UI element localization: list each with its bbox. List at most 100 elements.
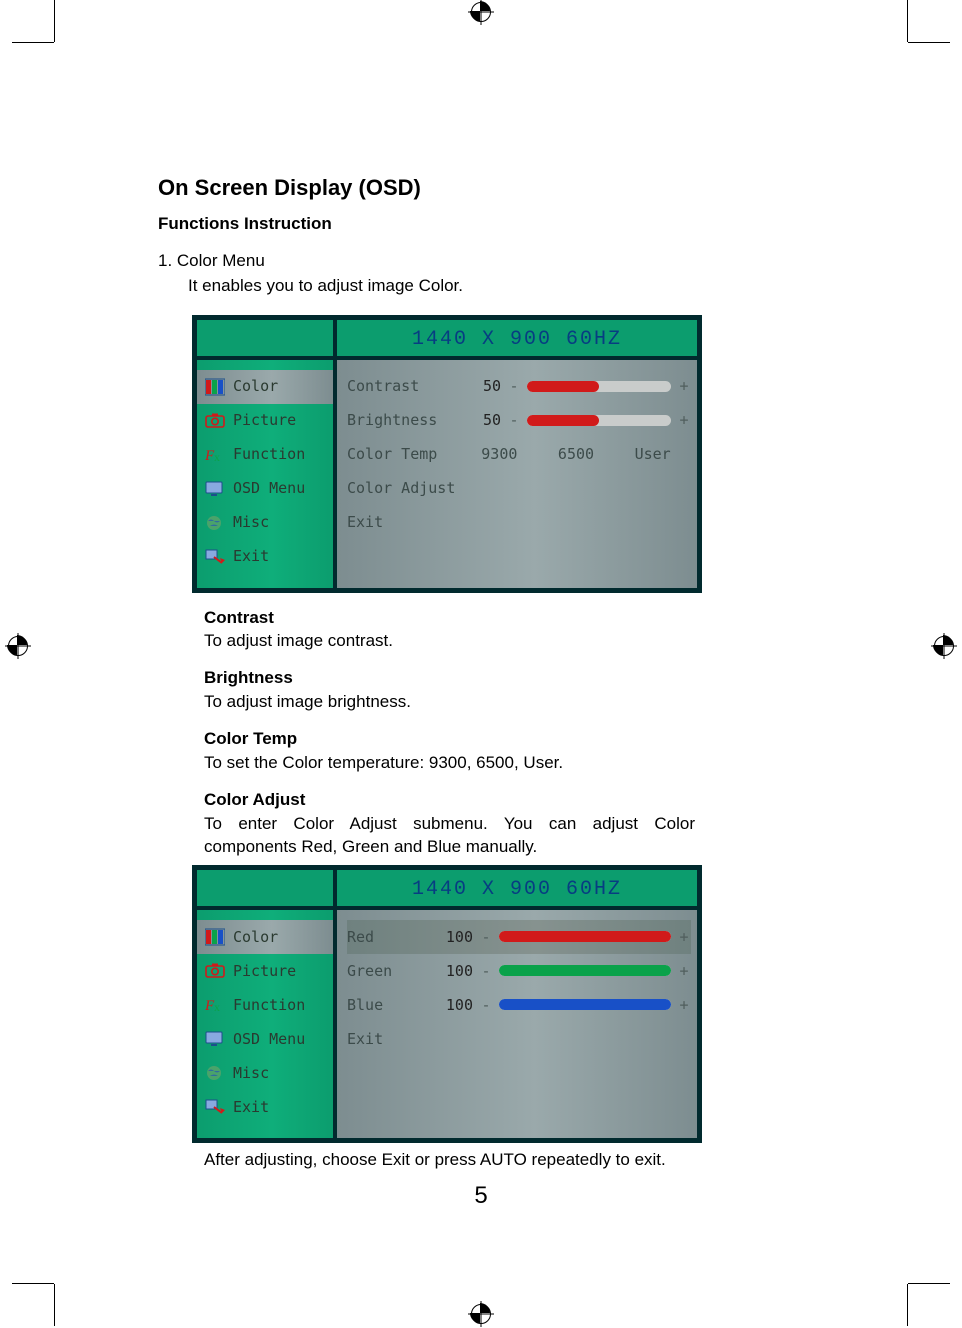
osd-panel: Contrast 50 - + Brightness 50 - + Color …	[337, 360, 697, 588]
sidebar-item-picture[interactable]: Picture	[197, 404, 333, 438]
sidebar-item-color[interactable]: Color	[197, 920, 333, 954]
row-brightness[interactable]: Brightness 50 - +	[347, 404, 691, 438]
description-block: Contrast To adjust image contrast. Brigh…	[204, 607, 695, 859]
row-exit[interactable]: Exit	[347, 1022, 691, 1056]
row-blank	[347, 1056, 691, 1090]
subtitle: Functions Instruction	[158, 213, 800, 236]
sidebar-item-label: Color	[233, 376, 278, 396]
crop-mark-icon	[12, 42, 54, 43]
row-label: Red	[347, 927, 407, 947]
osd-header-spacer	[197, 870, 337, 910]
osd-sidebar: Color Picture Fx Function	[197, 910, 337, 1138]
osd-color-adjust-menu: 1440 X 900 60HZ Color Picture	[192, 865, 702, 1143]
row-value: 100	[413, 961, 473, 981]
sidebar-item-label: OSD Menu	[233, 1029, 305, 1049]
row-label: Brightness	[347, 410, 455, 430]
temp-option[interactable]: 6500	[558, 444, 594, 464]
crop-mark-icon	[54, 0, 55, 42]
row-green[interactable]: Green 100 - +	[347, 954, 691, 988]
registration-mark-bottom-icon	[471, 1304, 491, 1324]
row-value: 50	[461, 410, 501, 430]
plus-icon: +	[677, 927, 691, 947]
row-label: Exit	[347, 1029, 407, 1049]
row-label: Green	[347, 961, 407, 981]
globe-icon	[205, 514, 225, 532]
temp-option[interactable]: 9300	[481, 444, 517, 464]
exit-icon	[205, 548, 225, 566]
menu-heading: 1. Color Menu	[158, 250, 800, 273]
row-label: Color Temp	[347, 444, 455, 464]
sidebar-item-misc[interactable]: Misc	[197, 1056, 333, 1090]
row-contrast[interactable]: Contrast 50 - +	[347, 370, 691, 404]
row-color-adjust[interactable]: Color Adjust	[347, 472, 691, 506]
desc-colortemp-b: To set the Color temperature: 9300, 6500…	[204, 752, 695, 775]
osd-header-title: 1440 X 900 60HZ	[337, 870, 697, 910]
row-label: Contrast	[347, 376, 455, 396]
temp-option[interactable]: User	[635, 444, 671, 464]
rgb-bars-icon	[205, 378, 225, 396]
exit-icon	[205, 1098, 225, 1116]
fx-icon: Fx	[205, 446, 225, 464]
sidebar-item-misc[interactable]: Misc	[197, 506, 333, 540]
row-red[interactable]: Red 100 - +	[347, 920, 691, 954]
sidebar-item-label: Function	[233, 995, 305, 1015]
row-exit[interactable]: Exit	[347, 506, 691, 540]
plus-icon: +	[677, 961, 691, 981]
minus-icon: -	[479, 995, 493, 1015]
sidebar-item-function[interactable]: Fx Function	[197, 988, 333, 1022]
sidebar-item-function[interactable]: Fx Function	[197, 438, 333, 472]
crop-mark-icon	[907, 0, 908, 42]
monitor-icon	[205, 480, 225, 498]
minus-icon: -	[479, 927, 493, 947]
sidebar-item-label: Color	[233, 927, 278, 947]
sidebar-item-osd-menu[interactable]: OSD Menu	[197, 472, 333, 506]
menu-heading-desc: It enables you to adjust image Color.	[188, 275, 800, 298]
camera-icon	[205, 962, 225, 980]
row-value: 50	[461, 376, 501, 396]
sidebar-item-label: Misc	[233, 1063, 269, 1083]
crop-mark-icon	[908, 42, 950, 43]
sidebar-item-color[interactable]: Color	[197, 370, 333, 404]
slider-track[interactable]	[527, 381, 671, 392]
desc-after: After adjusting, choose Exit or press AU…	[204, 1149, 695, 1172]
slider-track[interactable]	[527, 415, 671, 426]
sidebar-item-label: Exit	[233, 1097, 269, 1117]
row-color-temp[interactable]: Color Temp 9300 6500 User	[347, 438, 691, 472]
minus-icon: -	[507, 410, 521, 430]
sidebar-item-exit[interactable]: Exit	[197, 540, 333, 574]
plus-icon: +	[677, 410, 691, 430]
sidebar-item-label: Picture	[233, 961, 296, 981]
sidebar-item-label: OSD Menu	[233, 478, 305, 498]
sidebar-item-osd-menu[interactable]: OSD Menu	[197, 1022, 333, 1056]
description-after: After adjusting, choose Exit or press AU…	[204, 1149, 695, 1172]
osd-sidebar: Color Picture Fx Function	[197, 360, 337, 588]
row-blue[interactable]: Blue 100 - +	[347, 988, 691, 1022]
minus-icon: -	[479, 961, 493, 981]
globe-icon	[205, 1064, 225, 1082]
slider-track[interactable]	[499, 965, 671, 976]
plus-icon: +	[677, 995, 691, 1015]
slider-track[interactable]	[499, 931, 671, 942]
slider-fill	[527, 415, 599, 426]
desc-colortemp-h: Color Temp	[204, 728, 695, 751]
row-blank	[347, 1090, 691, 1124]
osd-header-title: 1440 X 900 60HZ	[337, 320, 697, 360]
registration-mark-right-icon	[934, 636, 954, 656]
crop-mark-icon	[907, 1284, 908, 1326]
crop-mark-icon	[908, 1283, 950, 1284]
svg-text:x: x	[214, 1000, 220, 1014]
sidebar-item-exit[interactable]: Exit	[197, 1090, 333, 1124]
row-value: 100	[413, 995, 473, 1015]
sidebar-item-picture[interactable]: Picture	[197, 954, 333, 988]
monitor-icon	[205, 1030, 225, 1048]
slider-fill	[527, 381, 599, 392]
slider-fill	[499, 999, 671, 1010]
rgb-bars-icon	[205, 928, 225, 946]
slider-fill	[499, 931, 671, 942]
registration-mark-top-icon	[471, 2, 491, 22]
page-title: On Screen Display (OSD)	[158, 173, 800, 203]
slider-track[interactable]	[499, 999, 671, 1010]
desc-brightness-b: To adjust image brightness.	[204, 691, 695, 714]
camera-icon	[205, 412, 225, 430]
osd-panel: Red 100 - + Green 100 - + Blue 100 -	[337, 910, 697, 1138]
